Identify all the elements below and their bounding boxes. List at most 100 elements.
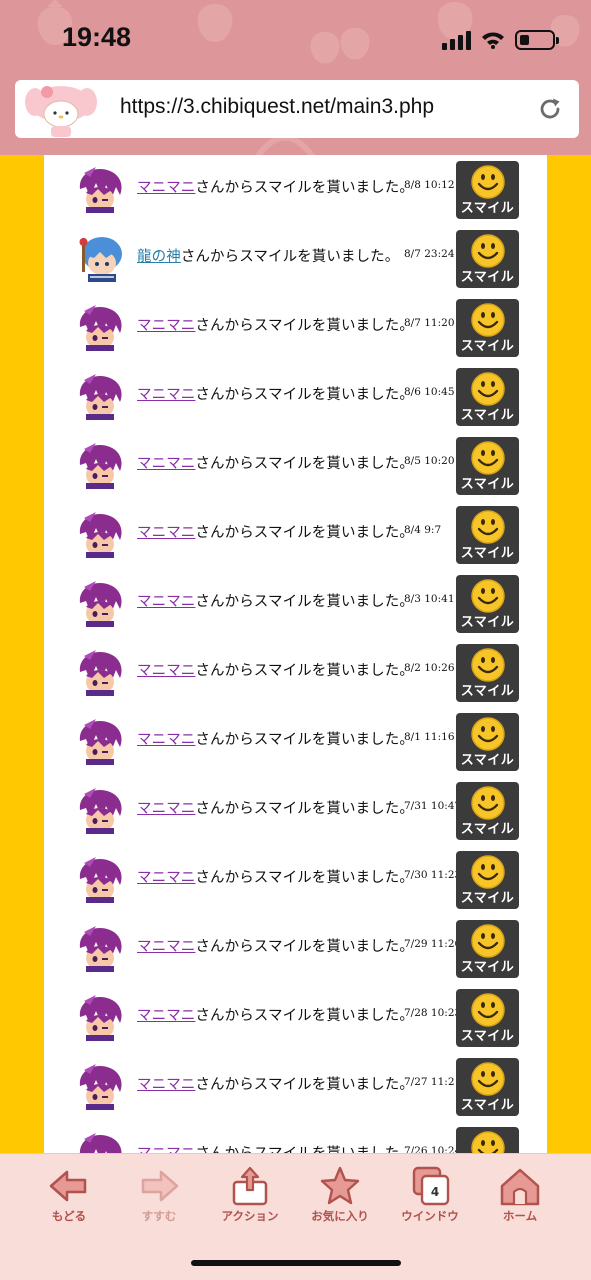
forward-arrow-icon <box>141 1170 179 1202</box>
user-avatar-purple-hair[interactable] <box>76 1064 124 1110</box>
message-text: さんからスマイルを貰いました。 <box>195 870 414 886</box>
smile-message: マニマニさんからスマイルを貰いました。 <box>137 521 414 542</box>
status-icons <box>442 26 559 54</box>
smile-button[interactable]: スマイル <box>456 920 519 978</box>
smiley-face-icon <box>471 441 505 475</box>
message-text: さんからスマイルを貰いました。 <box>195 456 414 472</box>
timestamp: 7/27 11:2 <box>404 1076 455 1088</box>
user-avatar-purple-hair[interactable] <box>76 167 124 213</box>
user-avatar-purple-hair[interactable] <box>76 719 124 765</box>
username-link[interactable]: マニマニ <box>137 939 195 955</box>
timestamp: 8/3 10:41 <box>404 593 455 605</box>
username-link[interactable]: マニマニ <box>137 870 195 886</box>
list-item: マニマニさんからスマイルを貰いました。 7/29 11:26 スマイル <box>44 914 547 983</box>
list-item: マニマニさんからスマイルを貰いました。 8/2 10:26 スマイル <box>44 638 547 707</box>
user-avatar-purple-hair[interactable] <box>76 995 124 1041</box>
status-time: 19:48 <box>62 22 132 52</box>
url-text[interactable]: https://3.chibiquest.net/main3.php <box>120 95 434 119</box>
home-indicator <box>191 1260 401 1266</box>
list-item: マニマニさんからスマイルを貰いました。 7/30 11:23 スマイル <box>44 845 547 914</box>
smile-message: マニマニさんからスマイルを貰いました。 <box>137 452 414 473</box>
smile-button[interactable]: スマイル <box>456 368 519 426</box>
url-bar[interactable]: https://3.chibiquest.net/main3.php <box>15 80 579 138</box>
smile-message: マニマニさんからスマイルを貰いました。 <box>137 1073 414 1094</box>
list-item: マニマニさんからスマイルを貰いました。 8/4 9:7 スマイル <box>44 500 547 569</box>
reload-icon[interactable] <box>536 95 564 123</box>
user-avatar-purple-hair[interactable] <box>76 305 124 351</box>
username-link[interactable]: マニマニ <box>137 732 195 748</box>
smile-button[interactable]: スマイル <box>456 1127 519 1155</box>
username-link[interactable]: マニマニ <box>137 180 195 196</box>
username-link[interactable]: マニマニ <box>137 1008 195 1024</box>
timestamp: 8/4 9:7 <box>404 524 442 536</box>
username-link[interactable]: マニマニ <box>137 456 195 472</box>
smile-button[interactable]: スマイル <box>456 161 519 219</box>
list-item: マニマニさんからスマイルを貰いました。 8/1 11:16 スマイル <box>44 707 547 776</box>
smiley-face-icon <box>471 717 505 751</box>
home-button[interactable]: ホーム <box>475 1166 565 1236</box>
username-link[interactable]: マニマニ <box>137 1077 195 1093</box>
smiley-face-icon <box>471 510 505 544</box>
user-avatar-purple-hair[interactable] <box>76 374 124 420</box>
action-label: アクション <box>221 1209 279 1223</box>
user-avatar-purple-hair[interactable] <box>76 926 124 972</box>
username-link[interactable]: マニマニ <box>137 318 195 334</box>
user-avatar-purple-hair[interactable] <box>76 512 124 558</box>
smile-button[interactable]: スマイル <box>456 437 519 495</box>
smile-button[interactable]: スマイル <box>456 989 519 1047</box>
smile-button[interactable]: スマイル <box>456 299 519 357</box>
list-item: マニマニさんからスマイルを貰いました。 8/5 10:20 スマイル <box>44 431 547 500</box>
forward-label: すすむ <box>141 1209 177 1223</box>
smile-message: マニマニさんからスマイルを貰いました。 <box>137 866 414 887</box>
list-item: マニマニさんからスマイルを貰いました。 8/6 10:45 スマイル <box>44 362 547 431</box>
smile-button-label: スマイル <box>460 1098 515 1113</box>
smile-button-label: スマイル <box>460 684 515 699</box>
message-text: さんからスマイルを貰いました。 <box>195 1008 414 1024</box>
smile-button[interactable]: スマイル <box>456 644 519 702</box>
windows-button[interactable]: 4 ウインドウ <box>385 1166 475 1236</box>
username-link[interactable]: 龍の神 <box>137 249 181 265</box>
timestamp: 7/28 10:23 <box>404 1007 462 1019</box>
user-avatar-purple-hair[interactable] <box>76 581 124 627</box>
smiley-face-icon <box>471 1131 505 1155</box>
user-avatar-blue-hair[interactable] <box>76 236 124 282</box>
smile-button[interactable]: スマイル <box>456 782 519 840</box>
smile-button[interactable]: スマイル <box>456 506 519 564</box>
smile-button-label: スマイル <box>460 615 515 630</box>
message-text: さんからスマイルを貰いました。 <box>180 249 400 265</box>
timestamp: 8/6 10:45 <box>404 386 455 398</box>
message-text: さんからスマイルを貰いました。 <box>195 1077 414 1093</box>
back-button[interactable]: もどる <box>24 1166 114 1236</box>
smile-message: マニマニさんからスマイルを貰いました。 <box>137 935 414 956</box>
user-avatar-purple-hair[interactable] <box>76 857 124 903</box>
username-link[interactable]: マニマニ <box>137 663 195 679</box>
favorites-button[interactable]: お気に入り <box>295 1166 385 1236</box>
user-avatar-purple-hair[interactable] <box>76 1133 124 1155</box>
list-item: マニマニさんからスマイルを貰いました。 7/31 10:47 スマイル <box>44 776 547 845</box>
user-avatar-purple-hair[interactable] <box>76 443 124 489</box>
message-text: さんからスマイルを貰いました。 <box>195 525 414 541</box>
forward-button[interactable]: すすむ <box>114 1166 204 1236</box>
smiley-face-icon <box>471 786 505 820</box>
user-avatar-purple-hair[interactable] <box>76 650 124 696</box>
username-link[interactable]: マニマニ <box>137 387 195 403</box>
smile-button[interactable]: スマイル <box>456 575 519 633</box>
smile-button[interactable]: スマイル <box>456 230 519 288</box>
smile-button[interactable]: スマイル <box>456 1058 519 1116</box>
smile-button-label: スマイル <box>460 408 515 423</box>
smile-button[interactable]: スマイル <box>456 713 519 771</box>
timestamp: 8/1 11:16 <box>404 731 455 743</box>
action-button[interactable]: アクション <box>205 1166 295 1236</box>
username-link[interactable]: マニマニ <box>137 801 195 817</box>
timestamp: 7/29 11:26 <box>404 938 462 950</box>
smiley-face-icon <box>471 165 505 199</box>
home-label: ホーム <box>502 1209 538 1223</box>
user-avatar-purple-hair[interactable] <box>76 788 124 834</box>
smile-button-label: スマイル <box>460 339 515 354</box>
list-item: マニマニさんからスマイルを貰いました。 7/27 11:2 スマイル <box>44 1052 547 1121</box>
message-text: さんからスマイルを貰いました。 <box>195 939 414 955</box>
smiley-face-icon <box>471 855 505 889</box>
username-link[interactable]: マニマニ <box>137 525 195 541</box>
username-link[interactable]: マニマニ <box>137 594 195 610</box>
smile-button[interactable]: スマイル <box>456 851 519 909</box>
